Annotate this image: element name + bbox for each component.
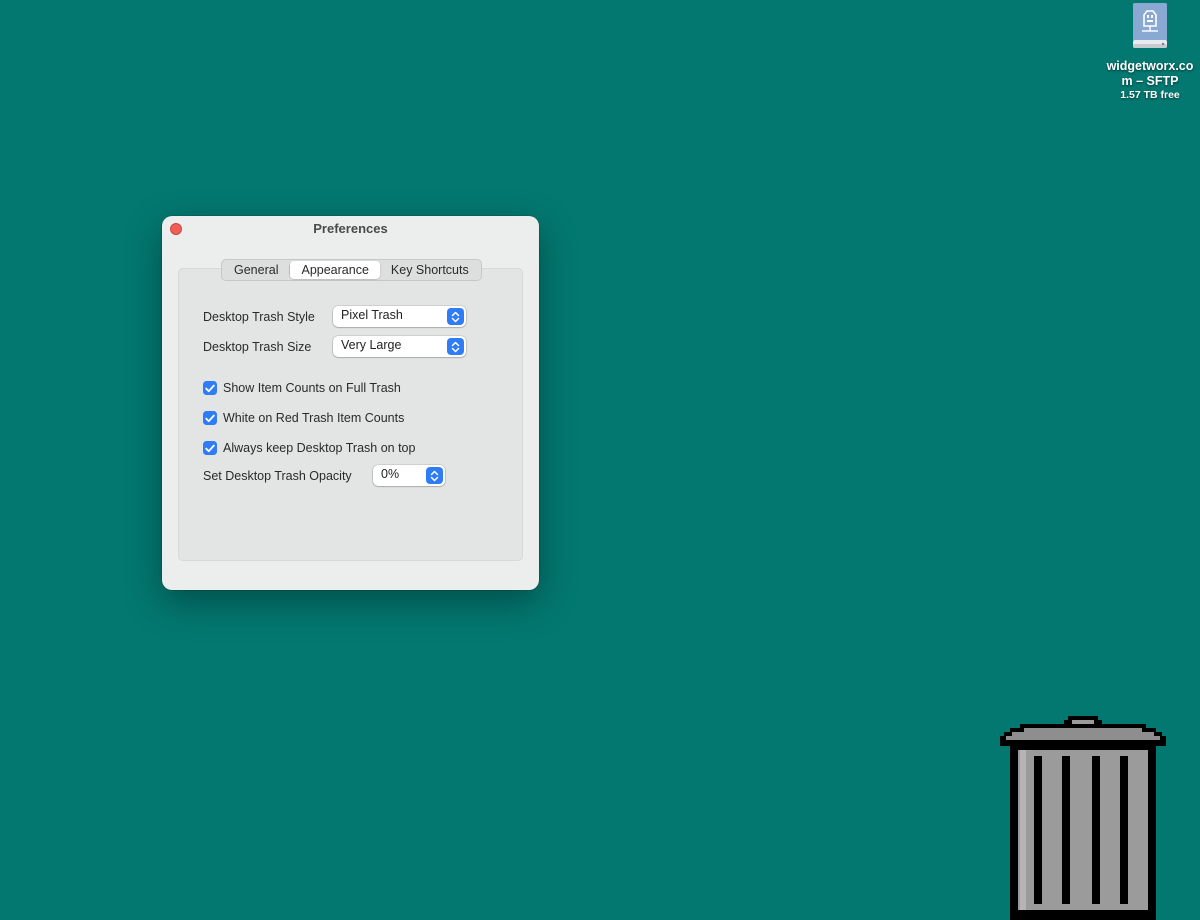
chevron-updown-icon — [426, 467, 443, 484]
tab-appearance[interactable]: Appearance — [290, 261, 380, 279]
window-title: Preferences — [313, 221, 388, 236]
pixel-trash-icon[interactable] — [998, 716, 1168, 920]
checkmark-icon — [205, 414, 215, 422]
trash-style-popup[interactable]: Pixel Trash — [333, 306, 466, 327]
trash-opacity-label: Set Desktop Trash Opacity — [203, 469, 352, 483]
show-item-counts-checkbox[interactable] — [203, 381, 217, 395]
white-on-red-checkbox[interactable] — [203, 411, 217, 425]
drive-name: widgetworx.com – SFTP — [1106, 59, 1194, 88]
chevron-updown-icon — [447, 308, 464, 325]
desktop-drive[interactable]: widgetworx.com – SFTP 1.57 TB free — [1098, 0, 1200, 102]
chevron-updown-icon — [447, 338, 464, 355]
tab-bar: General Appearance Key Shortcuts — [221, 259, 482, 281]
desktop: widgetworx.com – SFTP 1.57 TB free Prefe… — [0, 0, 1200, 920]
trash-style-value: Pixel Trash — [341, 308, 403, 322]
preferences-window: Preferences General Appearance Key Short… — [162, 216, 539, 590]
trash-opacity-value: 0% — [381, 467, 400, 481]
checkmark-icon — [205, 444, 215, 452]
trash-size-label: Desktop Trash Size — [203, 340, 312, 354]
trash-opacity-popup[interactable]: 0% — [373, 465, 445, 486]
checkmark-icon — [205, 384, 215, 392]
drive-free-space: 1.57 TB free — [1120, 89, 1180, 101]
show-item-counts-label[interactable]: Show Item Counts on Full Trash — [223, 381, 401, 395]
keep-on-top-checkbox[interactable] — [203, 441, 217, 455]
network-drive-icon — [1133, 3, 1167, 48]
keep-on-top-label[interactable]: Always keep Desktop Trash on top — [223, 441, 415, 455]
trash-style-label: Desktop Trash Style — [203, 310, 315, 324]
trash-size-value: Very Large — [341, 338, 402, 352]
tab-key-shortcuts[interactable]: Key Shortcuts — [380, 261, 480, 279]
trash-size-popup[interactable]: Very Large — [333, 336, 466, 357]
tab-general[interactable]: General — [223, 261, 289, 279]
white-on-red-label[interactable]: White on Red Trash Item Counts — [223, 411, 404, 425]
